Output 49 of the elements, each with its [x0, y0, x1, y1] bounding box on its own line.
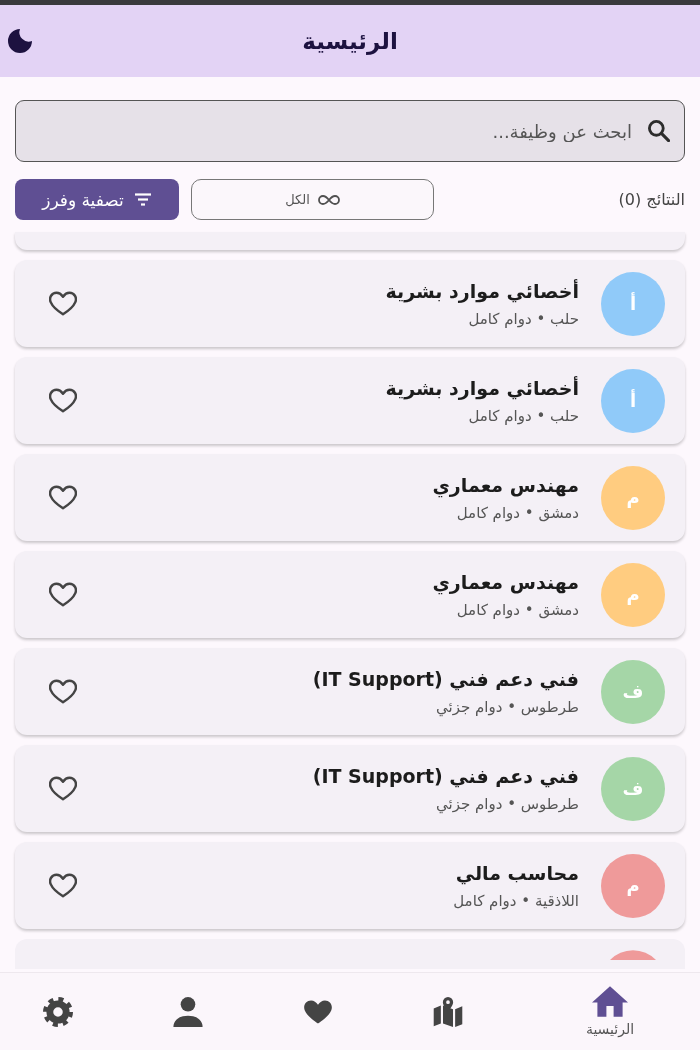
- job-title: مهندس معماري: [432, 570, 579, 593]
- favorite-heart-icon[interactable]: [49, 679, 77, 704]
- job-meta: طرطوس • دوام جزئي: [436, 697, 579, 716]
- job-card[interactable]: ف فني دعم فني (IT Support) طرطوس • دوام جزئي: [15, 648, 685, 735]
- job-card[interactable]: ف فني دعم فني (IT Support) طرطوس • دوام جزئي: [15, 745, 685, 832]
- favorite-heart-icon[interactable]: [49, 582, 77, 607]
- filter-sort-button[interactable]: تصفية وفرز: [15, 179, 179, 220]
- favorite-heart-icon[interactable]: [49, 388, 77, 413]
- page-title: الرئيسية: [302, 28, 398, 54]
- job-meta: دمشق • دوام كامل: [456, 503, 579, 522]
- job-card[interactable]: أ أخصائي موارد بشرية حلب • دوام كامل: [15, 357, 685, 444]
- job-title: أخصائي موارد بشرية: [385, 376, 579, 399]
- job-meta: حلب • دوام كامل: [468, 406, 579, 425]
- job-meta: حلب • دوام كامل: [468, 309, 579, 328]
- filter-icon: [133, 193, 152, 206]
- initial-avatar: م: [601, 465, 665, 530]
- favorite-heart-icon[interactable]: [49, 291, 77, 316]
- nav-tab[interactable]: الرئيسية: [520, 973, 700, 1050]
- initial-avatar: ف: [601, 659, 665, 724]
- initial-avatar: م: [601, 562, 665, 627]
- favorite-heart-icon[interactable]: [49, 776, 77, 801]
- initial-avatar: ف: [601, 756, 665, 821]
- favorite-heart-icon[interactable]: [49, 873, 77, 898]
- initial-avatar: م: [601, 853, 665, 918]
- search-field[interactable]: ابحث عن وظيفة...: [15, 100, 685, 162]
- job-meta: دمشق • دوام كامل: [456, 600, 579, 619]
- job-title: فني دعم فني (IT Support): [312, 667, 579, 690]
- settings-icon: [43, 996, 73, 1027]
- job-card[interactable]: م محاسب مالي اللاذقية • دوام كامل: [15, 842, 685, 929]
- initial-avatar: أ: [601, 368, 665, 433]
- job-title: أخصائي موارد بشرية: [385, 279, 579, 302]
- category-chip[interactable]: الكل: [191, 179, 434, 220]
- favorite-heart-icon[interactable]: [49, 485, 77, 510]
- home-icon: [592, 986, 628, 1017]
- infinity-icon: [317, 194, 340, 205]
- initial-avatar: أ: [601, 271, 665, 336]
- job-meta: طرطوس • دوام جزئي: [436, 794, 579, 813]
- job-card[interactable]: م مهندس معماري دمشق • دوام كامل: [15, 454, 685, 541]
- job-title: مهندس معماري: [432, 473, 579, 496]
- job-meta: اللاذقية • دوام كامل: [453, 891, 579, 910]
- results-count: النتائج (0): [617, 190, 685, 209]
- moon-icon[interactable]: [8, 29, 32, 53]
- search-icon: [648, 120, 670, 142]
- job-card[interactable]: م مهندس معماري دمشق • دوام كامل: [15, 551, 685, 638]
- job-card[interactable]: أ أخصائي موارد بشرية حلب • دوام كامل: [15, 260, 685, 347]
- job-title: فني دعم فني (IT Support): [312, 764, 579, 787]
- map-pin-icon: [433, 996, 463, 1027]
- person-icon: [173, 996, 203, 1027]
- job-title: محاسب مالي: [455, 861, 579, 884]
